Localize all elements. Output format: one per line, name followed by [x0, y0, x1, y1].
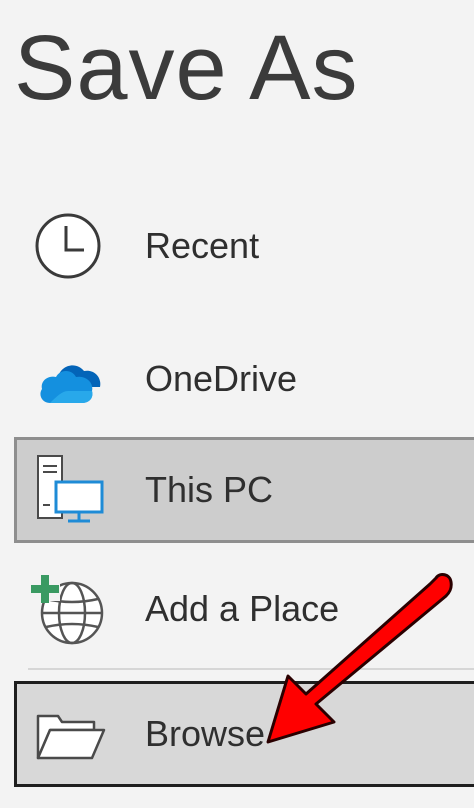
clock-icon [28, 206, 108, 286]
location-label-recent: Recent [145, 225, 260, 266]
divider [28, 668, 474, 670]
location-item-onedrive[interactable]: OneDrive [14, 325, 474, 433]
location-label-browse: Browse [145, 713, 266, 754]
folder-open-icon [28, 694, 108, 774]
location-label-this-pc: This PC [145, 469, 274, 510]
location-item-recent[interactable]: Recent [14, 192, 474, 300]
location-item-add-a-place[interactable]: Add a Place [14, 555, 474, 663]
globe-add-icon [28, 569, 108, 649]
location-label-add-a-place: Add a Place [145, 588, 340, 629]
page-title: Save As [14, 17, 359, 119]
location-item-this-pc[interactable]: This PC [14, 437, 474, 543]
location-label-onedrive: OneDrive [145, 358, 298, 399]
computer-icon [28, 450, 108, 530]
cloud-icon [28, 339, 108, 419]
location-item-browse[interactable]: Browse [14, 681, 474, 787]
save-as-panel: Save As Recent OneDrive This PC Add a Pl… [0, 0, 474, 808]
